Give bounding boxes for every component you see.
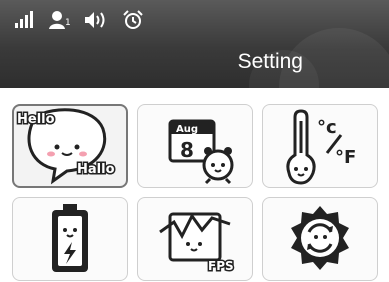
hello-label: Hello (17, 112, 55, 127)
user-count-icon: 1 (48, 10, 71, 30)
fps-label: FPS (208, 259, 234, 273)
thermometer-icon: °c °F (286, 109, 356, 185)
tile-date-time[interactable]: Aug 8 (137, 104, 253, 188)
battery-icon (52, 204, 88, 272)
calendar-alarm-icon: Aug 8 (168, 119, 234, 185)
fps-chart-icon: FPS (159, 212, 235, 275)
hallo-label: Hallo (77, 162, 115, 177)
tile-battery[interactable] (12, 197, 128, 281)
speech-bubble-icon: Hello Hallo (16, 108, 116, 185)
fahrenheit-label: °F (335, 147, 356, 168)
celsius-label: °c (317, 117, 337, 138)
alarm-icon (122, 10, 144, 30)
tile-temperature-unit[interactable]: °c °F (262, 104, 378, 188)
signal-icon (14, 11, 34, 29)
status-bar: 1 (14, 8, 144, 32)
tile-reset[interactable] (262, 197, 378, 281)
calendar-day: 8 (180, 138, 194, 162)
header-bar: 1 Setting (0, 0, 389, 88)
user-count: 1 (65, 18, 71, 28)
volume-icon (84, 11, 108, 29)
calendar-month: Aug (176, 124, 198, 135)
page-title: Setting (237, 50, 303, 73)
tile-language[interactable]: Hello Hallo (12, 104, 128, 188)
reset-flower-icon (291, 206, 349, 270)
tile-fps[interactable]: FPS (137, 197, 253, 281)
